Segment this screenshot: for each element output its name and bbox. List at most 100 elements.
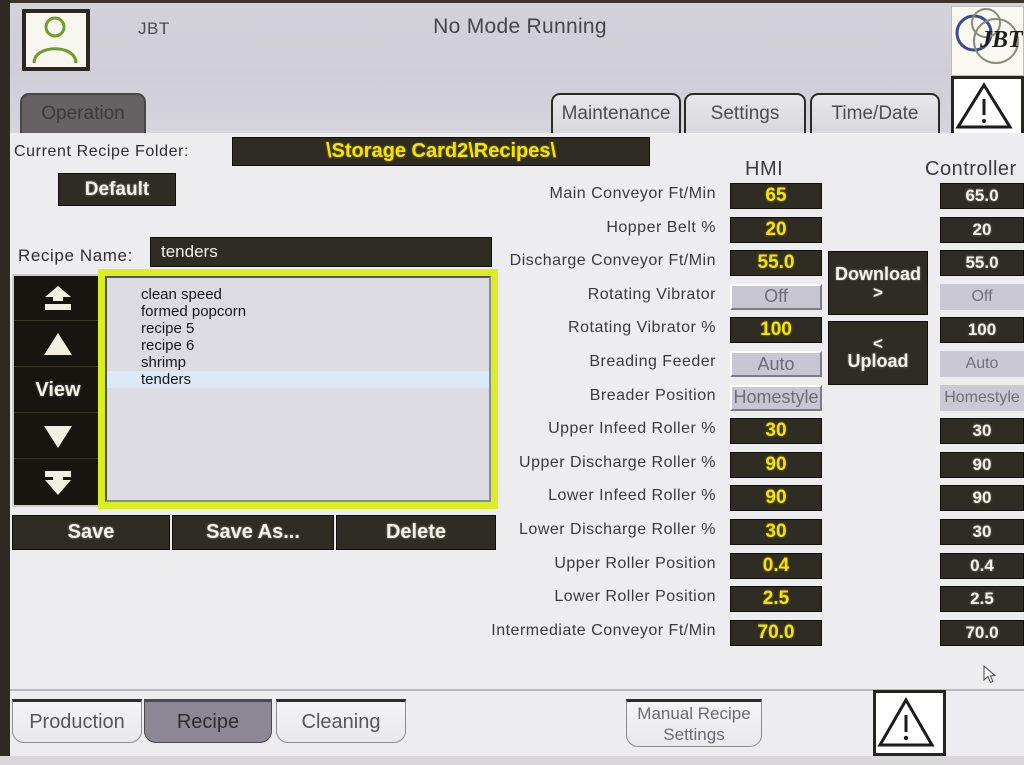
parameter-label: Upper Discharge Roller %	[519, 454, 716, 472]
list-item[interactable]: tenders	[107, 371, 489, 388]
default-folder-button[interactable]: Default	[58, 173, 176, 206]
scroll-to-bottom-icon[interactable]	[14, 460, 102, 505]
parameter-row: Intermediate Conveyor Ft/Min70.070.0	[470, 620, 1024, 646]
scroll-to-top-icon[interactable]	[14, 276, 102, 321]
controller-value-cell: 30	[940, 519, 1024, 545]
mouse-cursor	[983, 665, 997, 690]
list-item[interactable]: recipe 5	[107, 320, 489, 337]
parameter-label: Rotating Vibrator	[588, 286, 716, 304]
hmi-value-cell[interactable]: 90	[730, 485, 822, 511]
recipe-list[interactable]: clean speedformed popcornrecipe 5recipe …	[105, 276, 491, 502]
parameter-row: Upper Infeed Roller % 30 30	[470, 418, 1024, 444]
footer-tab-recipe[interactable]: Recipe	[144, 699, 272, 743]
tab-time-date[interactable]: Time/Date	[810, 93, 940, 133]
header-bar: JBT No Mode Running JBT Operation Mainte…	[10, 3, 1024, 133]
column-header-controller: Controller	[925, 158, 1017, 181]
parameter-label: Lower Roller Position	[554, 588, 716, 606]
parameter-label: Upper Roller Position	[554, 555, 716, 573]
controller-value-cell: 90	[940, 485, 1024, 511]
list-item[interactable]: clean speed	[107, 286, 489, 303]
parameter-row: Rotating Vibrator Off Off	[470, 284, 1024, 310]
recipe-name-input[interactable]: tenders	[150, 237, 492, 267]
controller-value-cell: 2.5	[940, 586, 1024, 612]
recipe-list-focus-frame: clean speedformed popcornrecipe 5recipe …	[98, 269, 498, 509]
hmi-value-cell[interactable]: 2.5	[730, 586, 822, 612]
footer-warning-triangle-icon[interactable]	[873, 690, 946, 756]
parameter-label: Discharge Conveyor Ft/Min	[510, 252, 716, 270]
hmi-value-cell[interactable]: 20	[730, 217, 822, 243]
hmi-value-cell[interactable]: 65	[730, 183, 822, 209]
hmi-screen: JBT No Mode Running JBT Operation Mainte…	[0, 0, 1024, 765]
hmi-value-cell[interactable]: Homestyle	[730, 385, 822, 411]
hmi-value-cell[interactable]: 0.4	[730, 553, 822, 579]
upload-label: Upload	[848, 352, 909, 371]
jbt-logo: JBT	[951, 6, 1024, 76]
user-icon[interactable]	[22, 9, 90, 71]
footer-tab-production[interactable]: Production	[12, 699, 142, 743]
download-button[interactable]: Download >	[828, 251, 928, 315]
footer-bar: Production Recipe Cleaning Manual Recipe…	[10, 689, 1024, 758]
warning-triangle-icon[interactable]	[951, 76, 1024, 136]
controller-value-cell: Off	[940, 284, 1024, 310]
parameter-row: Breading Feeder Auto Auto	[470, 351, 1024, 377]
controller-value-cell: Homestyle	[940, 385, 1024, 411]
hmi-value-cell[interactable]: 90	[730, 452, 822, 478]
controller-value-cell: 55.0	[940, 250, 1024, 276]
manual-recipe-settings-button[interactable]: Manual Recipe Settings	[626, 699, 762, 747]
parameter-row: Upper Roller Position 0.4 0.4	[470, 553, 1024, 579]
download-label: Download	[835, 265, 921, 284]
controller-value-cell: Auto	[940, 351, 1024, 377]
controller-value-cell: 70.0	[940, 620, 1024, 646]
tab-operation[interactable]: Operation	[20, 93, 146, 133]
parameter-row: Lower Infeed Roller %9090	[470, 485, 1024, 511]
footer-tab-cleaning[interactable]: Cleaning	[276, 699, 406, 743]
column-header-hmi: HMI	[745, 158, 783, 181]
recipe-name-label: Recipe Name:	[18, 246, 133, 266]
list-item[interactable]: formed popcorn	[107, 303, 489, 320]
hmi-value-cell[interactable]: Auto	[730, 351, 822, 377]
save-as-button[interactable]: Save As...	[172, 515, 334, 550]
bezel-bottom	[0, 756, 1024, 765]
hmi-value-cell[interactable]: 100	[730, 317, 822, 343]
hmi-value-cell[interactable]: 55.0	[730, 250, 822, 276]
upload-arrow-icon: <	[873, 335, 883, 353]
parameter-label: Breader Position	[590, 387, 716, 405]
tab-settings[interactable]: Settings	[684, 93, 806, 133]
save-button[interactable]: Save	[12, 515, 170, 550]
parameter-row: Upper Discharge Roller % 90 90	[470, 452, 1024, 478]
controller-value-cell: 90	[940, 452, 1024, 478]
list-item[interactable]: recipe 6	[107, 337, 489, 354]
parameter-label: Rotating Vibrator %	[568, 319, 716, 337]
current-recipe-folder-value[interactable]: \Storage Card2\Recipes\	[232, 137, 650, 166]
parameter-row: Lower Discharge Roller % 30 30	[470, 519, 1024, 545]
controller-value-cell: 30	[940, 418, 1024, 444]
svg-text:JBT: JBT	[979, 27, 1023, 53]
hmi-value-cell[interactable]: 70.0	[730, 620, 822, 646]
list-item[interactable]: shrimp	[107, 354, 489, 371]
controller-value-cell: 0.4	[940, 553, 1024, 579]
parameter-label: Breading Feeder	[589, 353, 716, 371]
bezel-left	[0, 0, 10, 765]
parameter-label: Upper Infeed Roller %	[548, 420, 716, 438]
parameter-row: Hopper Belt % 20 20	[470, 217, 1024, 243]
main-content: Current Recipe Folder: \Storage Card2\Re…	[10, 133, 1024, 689]
scroll-up-icon[interactable]	[14, 322, 102, 367]
tab-maintenance[interactable]: Maintenance	[551, 93, 681, 133]
upload-button[interactable]: < Upload	[828, 321, 928, 385]
mode-status-title: No Mode Running	[310, 15, 730, 39]
parameter-label: Hopper Belt %	[606, 219, 716, 237]
list-nav-strip: View	[12, 274, 104, 507]
controller-value-cell: 20	[940, 217, 1024, 243]
parameter-label: Main Conveyor Ft/Min	[550, 185, 717, 203]
hmi-value-cell[interactable]: 30	[730, 418, 822, 444]
scroll-down-icon[interactable]	[14, 414, 102, 459]
parameter-label: Lower Discharge Roller %	[519, 521, 716, 539]
view-button[interactable]: View	[14, 368, 102, 413]
controller-value-cell: 65.0	[940, 183, 1024, 209]
hmi-value-cell[interactable]: Off	[730, 284, 822, 310]
controller-value-cell: 100	[940, 317, 1024, 343]
parameter-row: Discharge Conveyor Ft/Min 55.0 55.0	[470, 250, 1024, 276]
manual-recipe-line1: Manual Recipe	[637, 703, 750, 724]
hmi-value-cell[interactable]: 30	[730, 519, 822, 545]
parameter-row: Rotating Vibrator % 100 100	[470, 317, 1024, 343]
